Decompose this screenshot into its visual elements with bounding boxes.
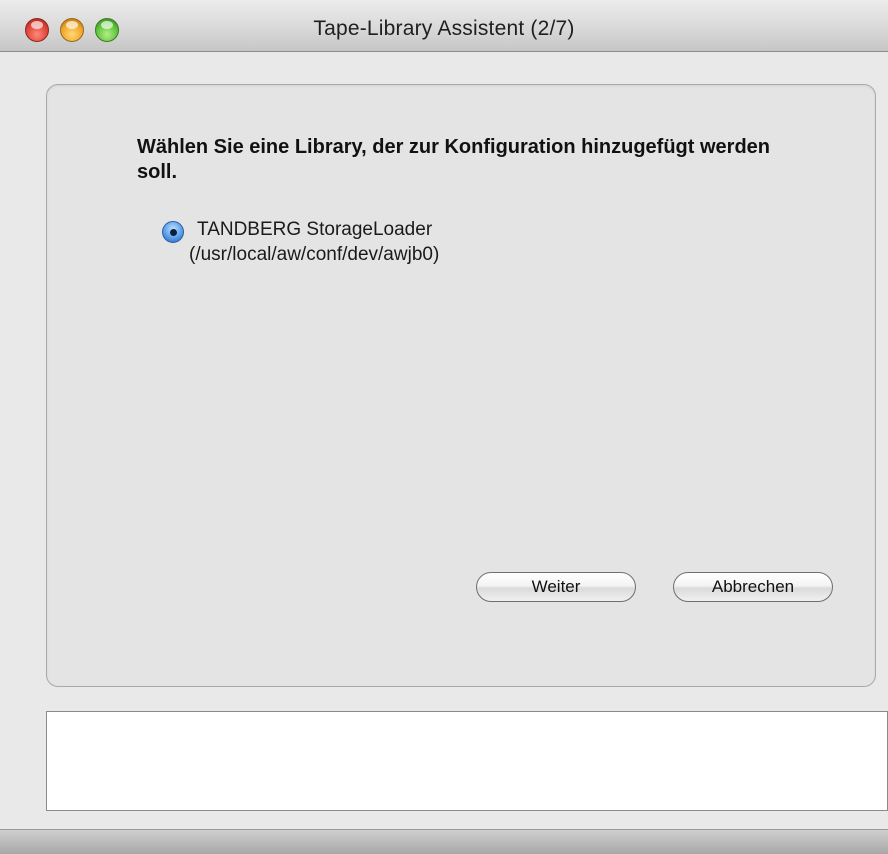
content-panel: Wählen Sie eine Library, der zur Konfigu… <box>46 84 876 687</box>
radio-button[interactable] <box>162 221 184 243</box>
window-title: Tape-Library Assistent (2/7) <box>313 17 575 40</box>
cancel-button[interactable]: Abbrechen <box>673 572 833 602</box>
log-output-area[interactable] <box>46 711 888 811</box>
assistant-window: Tape-Library Assistent (2/7) Wählen Sie … <box>0 0 888 854</box>
library-name-label[interactable]: TANDBERG StorageLoader <box>197 218 432 242</box>
library-radio-option[interactable]: TANDBERG StorageLoader (/usr/local/aw/co… <box>162 218 662 268</box>
window-bottom-bar <box>0 829 888 854</box>
radio-selected-dot-icon <box>170 229 177 236</box>
library-path-label[interactable]: (/usr/local/aw/conf/dev/awjb0) <box>189 243 439 267</box>
page-heading: Wählen Sie eine Library, der zur Konfigu… <box>137 136 771 183</box>
title-bar[interactable]: Tape-Library Assistent (2/7) <box>0 0 888 52</box>
next-button[interactable]: Weiter <box>476 572 636 602</box>
